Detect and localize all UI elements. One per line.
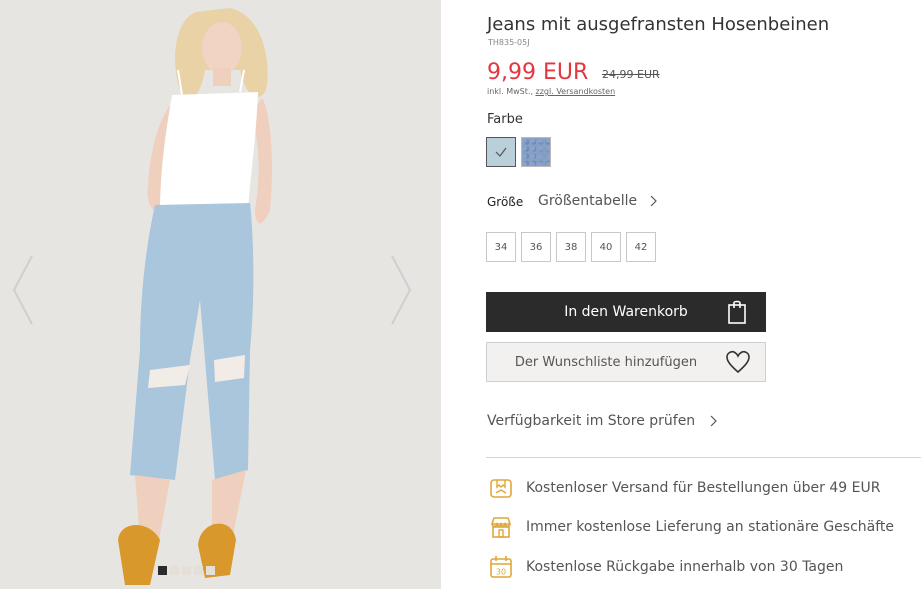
product-gallery [0, 0, 441, 589]
color-swatch-light-blue[interactable] [486, 137, 516, 167]
size-chart-link[interactable]: Größentabelle [538, 193, 657, 209]
product-title: Jeans mit ausgefransten Hosenbeinen [487, 14, 830, 35]
product-photo [0, 0, 441, 589]
benefit-text: Immer kostenlose Lieferung an stationäre… [526, 519, 895, 535]
current-price: 9,99 EUR [487, 60, 589, 85]
benefit-text: Kostenlose Rückgabe innerhalb von 30 Tag… [526, 559, 844, 575]
add-to-wishlist-label: Der Wunschliste hinzufügen [514, 354, 698, 370]
benefit-free-shipping: Kostenloser Versand für Bestellungen übe… [488, 475, 880, 501]
gallery-dot[interactable] [158, 566, 167, 575]
benefit-store-delivery: Immer kostenlose Lieferung an stationäre… [488, 514, 894, 540]
size-label: Größe [487, 195, 524, 209]
product-sku: TH835-05J [488, 38, 530, 47]
benefit-text: Kostenloser Versand für Bestellungen übe… [526, 480, 881, 496]
shipping-costs-link[interactable]: zzgl. Versandkosten [536, 87, 616, 96]
size-option-42[interactable]: 42 [626, 232, 656, 262]
gallery-dot[interactable] [194, 566, 203, 575]
size-option-40[interactable]: 40 [591, 232, 621, 262]
add-to-cart-label: In den Warenkorb [564, 304, 688, 320]
gallery-dot[interactable] [182, 566, 191, 575]
gallery-dot[interactable] [206, 566, 215, 575]
store-availability-link[interactable]: Verfügbarkeit im Store prüfen [487, 413, 718, 429]
tax-text: inkl. MwSt., [487, 87, 533, 96]
chevron-right-icon [650, 195, 657, 207]
svg-text:30: 30 [496, 568, 506, 577]
gallery-pagination [158, 566, 215, 575]
divider [486, 457, 921, 458]
color-swatch-denim-blue[interactable] [521, 137, 551, 167]
gallery-next-arrow-icon[interactable] [386, 252, 416, 328]
check-icon [495, 147, 507, 157]
add-to-wishlist-button[interactable]: Der Wunschliste hinzufügen [486, 342, 766, 382]
calendar-30-icon: 30 [490, 556, 512, 578]
shopping-bag-icon [728, 300, 746, 324]
color-label: Farbe [487, 112, 523, 127]
store-icon [490, 517, 512, 538]
gallery-prev-arrow-icon[interactable] [8, 252, 38, 328]
store-availability-label: Verfügbarkeit im Store prüfen [487, 413, 696, 429]
size-option-34[interactable]: 34 [486, 232, 516, 262]
tax-info: inkl. MwSt., zzgl. Versandkosten [487, 87, 615, 96]
gallery-dot[interactable] [170, 566, 179, 575]
add-to-cart-button[interactable]: In den Warenkorb [486, 292, 766, 332]
size-option-38[interactable]: 38 [556, 232, 586, 262]
shipping-box-icon [490, 479, 512, 498]
old-price: 24,99 EUR [602, 68, 660, 81]
benefit-free-returns: 30 Kostenlose Rückgabe innerhalb von 30 … [488, 554, 843, 580]
size-options: 34 36 38 40 42 [486, 232, 656, 262]
chevron-right-icon [710, 415, 718, 427]
heart-icon [726, 350, 750, 374]
size-chart-label: Größentabelle [538, 193, 638, 209]
size-option-36[interactable]: 36 [521, 232, 551, 262]
